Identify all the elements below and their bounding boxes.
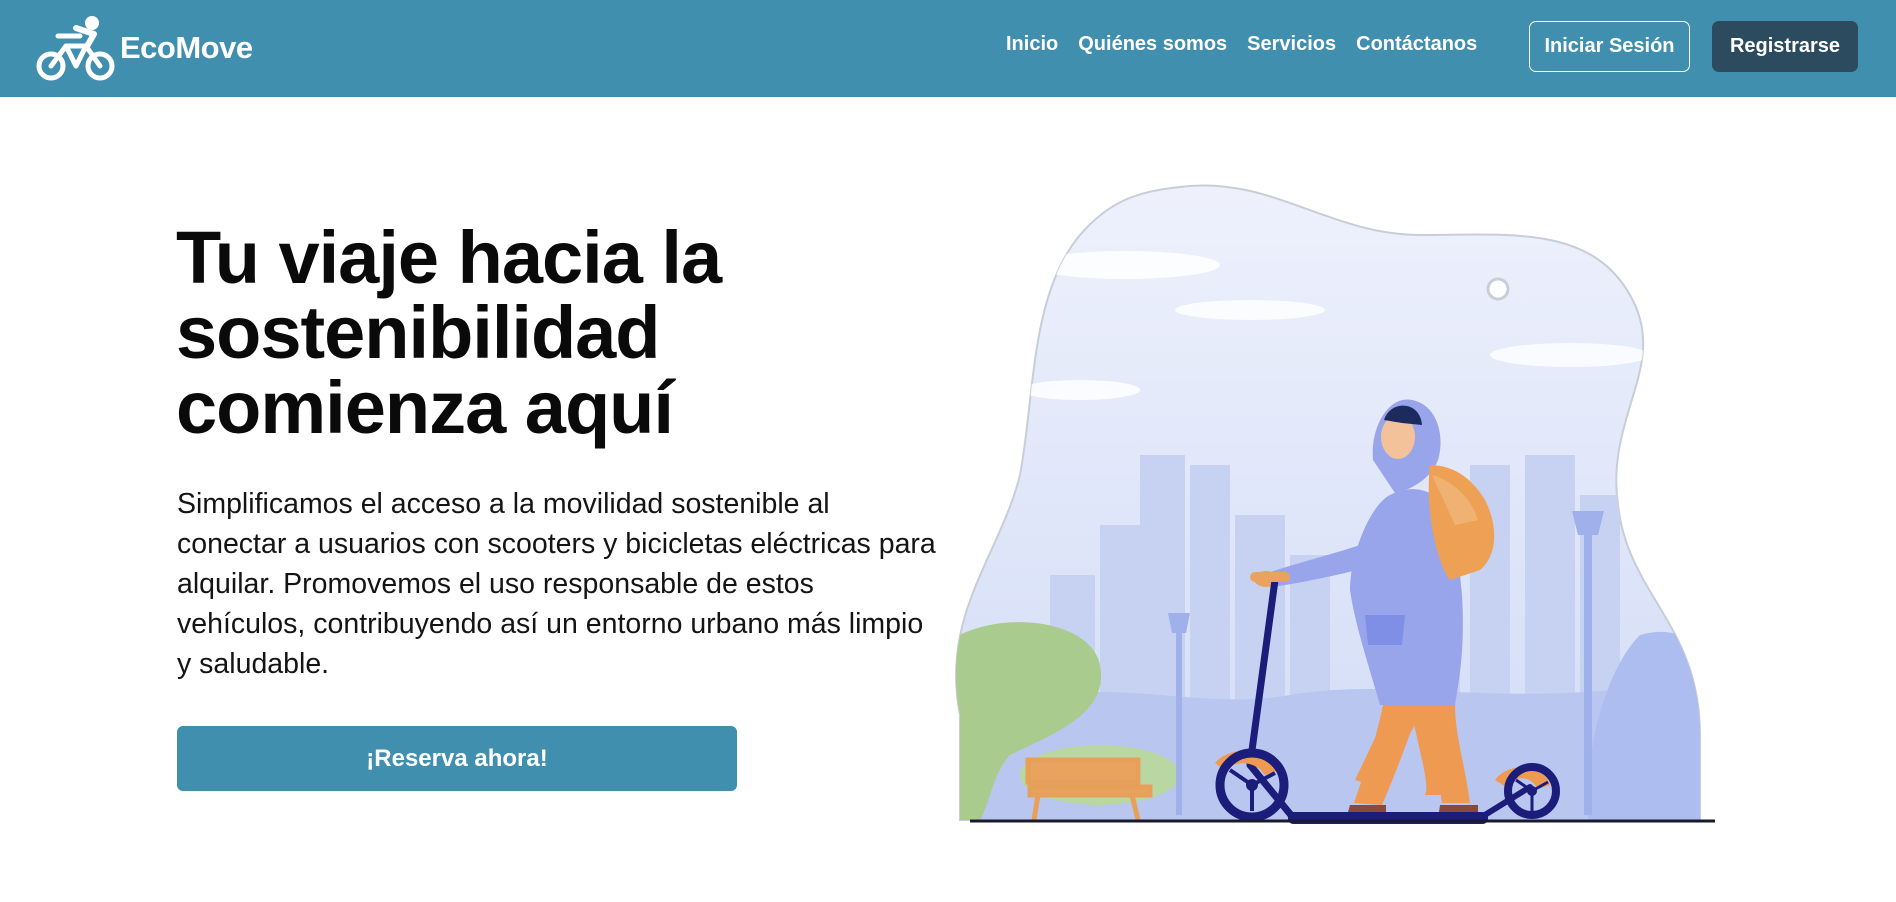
hero-title: Tu viaje hacia la sostenibilidad comienz… (176, 216, 722, 449)
nav-link-inicio[interactable]: Inicio (1006, 33, 1058, 56)
nav-link-servicios[interactable]: Servicios (1247, 33, 1336, 56)
hero-description: Simplificamos el acceso a la movilidad s… (177, 488, 936, 680)
reserve-now-button[interactable]: ¡Reserva ahora! (177, 726, 737, 791)
nav-link-contactanos[interactable]: Contáctanos (1356, 33, 1477, 56)
login-button[interactable]: Iniciar Sesión (1529, 21, 1690, 72)
nav-link-quienes-somos[interactable]: Quiénes somos (1078, 33, 1227, 56)
main-nav: Inicio Quiénes somos Servicios Contáctan… (1006, 33, 1497, 56)
bike-rider-icon (36, 16, 115, 81)
scooter-rider-illustration (955, 184, 1715, 824)
brand-name: EcoMove (120, 30, 253, 65)
top-navbar: EcoMove Inicio Quiénes somos Servicios C… (0, 0, 1896, 97)
register-button[interactable]: Registrarse (1712, 21, 1858, 72)
brand[interactable]: EcoMove (36, 14, 253, 82)
